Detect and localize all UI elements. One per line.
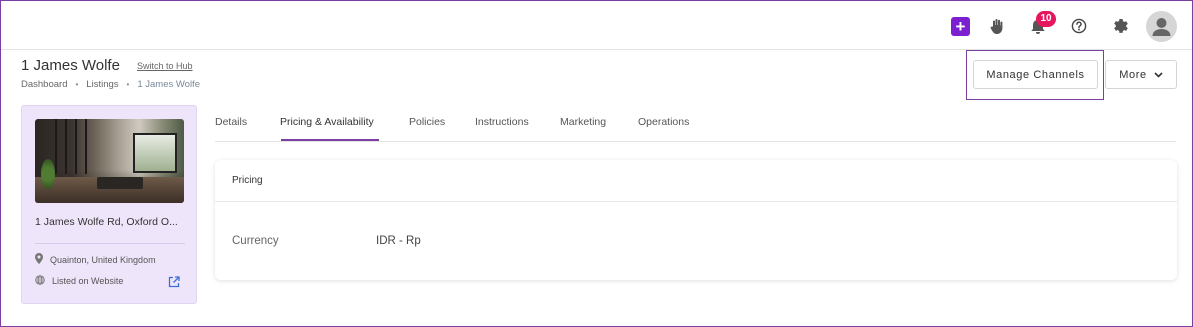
currency-value: IDR - Rp (376, 235, 421, 247)
listing-location: Quainton, United Kingdom (35, 253, 156, 266)
tab-instructions[interactable]: Instructions (475, 116, 529, 128)
tab-bar: Details Pricing & Availability Policies … (215, 110, 1176, 142)
listing-channel: Listed on Website (35, 275, 123, 287)
breadcrumb-listings[interactable]: Listings (86, 79, 118, 90)
location-text: Quainton, United Kingdom (50, 254, 156, 265)
card-divider (35, 243, 185, 244)
globe-icon (35, 275, 45, 287)
breadcrumb-separator: • (126, 80, 130, 89)
hand-icon[interactable] (987, 16, 1007, 36)
pricing-panel: Pricing Currency IDR - Rp (215, 160, 1177, 280)
notification-badge: 10 (1036, 11, 1056, 27)
more-label: More (1119, 68, 1147, 81)
top-bar: + 10 (1, 1, 1192, 50)
breadcrumb-dashboard[interactable]: Dashboard (21, 79, 67, 90)
pricing-title: Pricing (232, 175, 263, 186)
tab-policies[interactable]: Policies (409, 116, 445, 128)
listing-photo (35, 119, 184, 203)
breadcrumb-separator: • (75, 80, 79, 89)
external-link-icon[interactable] (168, 275, 180, 288)
listed-text: Listed on Website (52, 276, 124, 286)
active-tab-indicator (281, 139, 379, 141)
chevron-down-icon (1154, 69, 1163, 81)
user-avatar-icon[interactable] (1146, 11, 1177, 42)
manage-channels-button[interactable]: Manage Channels (973, 60, 1098, 89)
location-pin-icon (35, 253, 43, 266)
page-title: 1 James Wolfe (21, 57, 120, 74)
tab-marketing[interactable]: Marketing (560, 116, 606, 128)
breadcrumb-current: 1 James Wolfe (137, 79, 200, 90)
switch-to-hub-link[interactable]: Switch to Hub (137, 61, 193, 71)
currency-label: Currency (232, 235, 279, 247)
more-button[interactable]: More (1105, 60, 1177, 89)
listing-name: 1 James Wolfe Rd, Oxford O... (35, 216, 178, 228)
tab-operations[interactable]: Operations (638, 116, 689, 128)
plus-icon[interactable]: + (951, 17, 970, 36)
breadcrumb: Dashboard • Listings • 1 James Wolfe (21, 79, 200, 90)
pricing-panel-header: Pricing (215, 160, 1177, 202)
tab-pricing-availability[interactable]: Pricing & Availability (280, 116, 374, 128)
help-icon[interactable] (1069, 16, 1089, 36)
gear-icon[interactable] (1110, 16, 1130, 36)
tab-details[interactable]: Details (215, 116, 247, 128)
listing-card: 1 James Wolfe Rd, Oxford O... Quainton, … (21, 105, 197, 304)
